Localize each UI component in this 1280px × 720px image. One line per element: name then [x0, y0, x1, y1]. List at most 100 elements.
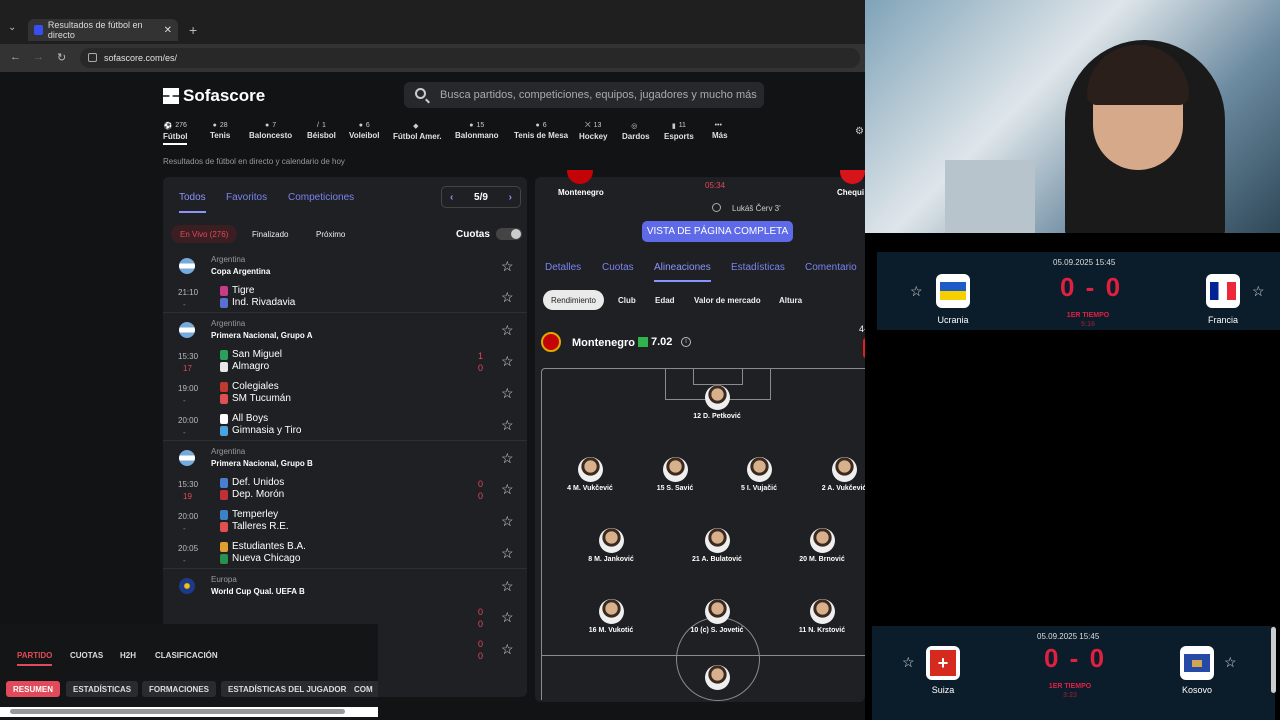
- reload-icon[interactable]: ↻: [57, 51, 66, 64]
- player-card[interactable]: 12 D. Petković: [677, 385, 757, 420]
- odds-toggle[interactable]: [496, 228, 522, 240]
- tab-detalles[interactable]: Detalles: [545, 262, 581, 273]
- player-card[interactable]: 8 M. Janković: [571, 528, 651, 563]
- forward-icon[interactable]: →: [33, 51, 44, 63]
- tab-competiciones[interactable]: Competiciones: [288, 192, 354, 203]
- home-team[interactable]: Colegiales: [220, 381, 279, 392]
- home-team-name[interactable]: Montenegro: [558, 188, 604, 197]
- chip-estadisticas-jugador[interactable]: ESTADÍSTICAS DEL JUGADOR: [221, 681, 354, 697]
- player-card[interactable]: [677, 665, 757, 690]
- favorite-star-icon[interactable]: ☆: [501, 545, 514, 562]
- away-team[interactable]: Nueva Chicago: [220, 553, 300, 564]
- full-view-button[interactable]: VISTA DE PÁGINA COMPLETA: [642, 221, 793, 242]
- sport-7[interactable]: ● 6 Tenis de Mesa: [514, 122, 568, 140]
- chip-edad[interactable]: Edad: [647, 290, 683, 310]
- new-tab-icon[interactable]: +: [189, 22, 197, 38]
- sport-2[interactable]: ● 7 Baloncesto: [249, 122, 292, 140]
- tab-comentario[interactable]: Comentario: [805, 262, 857, 273]
- vertical-scrollbar[interactable]: [1271, 627, 1276, 693]
- horizontal-scrollbar[interactable]: [0, 707, 378, 717]
- date-pager[interactable]: ‹ 5/9 ›: [441, 186, 521, 208]
- scrollbar-thumb[interactable]: [10, 709, 345, 714]
- favorite-star-icon[interactable]: ☆: [501, 609, 514, 626]
- sport-6[interactable]: ● 15 Balonmano: [455, 122, 499, 140]
- browser-tab[interactable]: Resultados de fútbol en directo ✕: [28, 19, 178, 41]
- info-icon[interactable]: i: [681, 337, 691, 347]
- league-name[interactable]: Copa Argentina: [211, 267, 270, 276]
- favorite-star-icon[interactable]: ☆: [501, 289, 514, 306]
- favorite-star-icon[interactable]: ☆: [501, 578, 514, 595]
- tab-partido[interactable]: PARTIDO: [17, 651, 53, 666]
- league-name[interactable]: Primera Nacional, Grupo A: [211, 331, 313, 340]
- favorite-star-icon[interactable]: ☆: [501, 258, 514, 275]
- prev-page-icon[interactable]: ‹: [450, 192, 453, 203]
- favorite-star-icon[interactable]: ☆: [501, 513, 514, 530]
- sport-10[interactable]: ▮ 11 Esports: [664, 122, 694, 141]
- sport-11[interactable]: ••• Más: [712, 122, 728, 140]
- tab-cuotas[interactable]: Cuotas: [602, 262, 634, 273]
- home-team[interactable]: Def. Unidos: [220, 477, 284, 488]
- home-team[interactable]: Temperley: [220, 509, 278, 520]
- favorite-star-icon[interactable]: ☆: [902, 654, 915, 671]
- league-name[interactable]: World Cup Qual. UEFA B: [211, 587, 305, 596]
- filter-live[interactable]: En Vivo (276): [171, 225, 238, 243]
- chip-formaciones[interactable]: FORMACIONES: [142, 681, 216, 697]
- tab-estadisticas[interactable]: Estadísticas: [731, 262, 785, 273]
- away-team[interactable]: Talleres R.E.: [220, 521, 289, 532]
- favorite-star-icon[interactable]: ☆: [1252, 283, 1265, 300]
- favorite-star-icon[interactable]: ☆: [1224, 654, 1237, 671]
- tab-todos[interactable]: Todos: [179, 192, 206, 213]
- settings-icon[interactable]: ⚙: [855, 126, 864, 137]
- home-team[interactable]: San Miguel: [220, 349, 282, 360]
- chip-estadisticas[interactable]: ESTADÍSTICAS: [66, 681, 139, 697]
- sport-1[interactable]: ● 28 Tenis: [210, 122, 230, 140]
- site-info-icon[interactable]: [88, 53, 97, 62]
- sport-9[interactable]: ◎ Dardos: [622, 122, 650, 141]
- home-team[interactable]: All Boys: [220, 413, 268, 424]
- sofascore-logo[interactable]: Sofascore: [163, 86, 265, 106]
- next-page-icon[interactable]: ›: [509, 192, 512, 203]
- search-input[interactable]: Busca partidos, competiciones, equipos, …: [404, 82, 764, 108]
- filter-finished[interactable]: Finalizado: [243, 225, 298, 243]
- favorite-star-icon[interactable]: ☆: [501, 385, 514, 402]
- away-team[interactable]: Ind. Rivadavia: [220, 297, 295, 308]
- close-tab-icon[interactable]: ✕: [164, 25, 172, 36]
- filter-upcoming[interactable]: Próximo: [307, 225, 355, 243]
- home-team[interactable]: Estudiantes B.A.: [220, 541, 306, 552]
- favorite-star-icon[interactable]: ☆: [910, 283, 923, 300]
- away-team[interactable]: Almagro: [220, 361, 269, 372]
- back-icon[interactable]: ←: [10, 51, 21, 63]
- favorite-star-icon[interactable]: ☆: [501, 353, 514, 370]
- player-card[interactable]: 11 N. Krstović: [782, 599, 862, 634]
- tab-alineaciones[interactable]: Alineaciones: [654, 262, 711, 282]
- chip-rendimiento[interactable]: Rendimiento: [543, 290, 604, 310]
- player-card[interactable]: 15 S. Savić: [635, 457, 715, 492]
- player-card[interactable]: 10 (c) S. Jovetić: [677, 599, 757, 634]
- chip-resumen[interactable]: RESUMEN: [6, 681, 61, 697]
- favorite-star-icon[interactable]: ☆: [501, 322, 514, 339]
- chip-valor-mercado[interactable]: Valor de mercado: [686, 290, 769, 310]
- player-card[interactable]: 16 M. Vukotić: [571, 599, 651, 634]
- sport-8[interactable]: ⨉ 13 Hockey: [579, 122, 607, 141]
- sport-0[interactable]: ⚽ 276 Fútbol: [163, 122, 188, 145]
- away-team[interactable]: Gimnasia y Tiro: [220, 425, 301, 436]
- home-team[interactable]: Tigre: [220, 285, 254, 296]
- chip-comentarios[interactable]: COM: [350, 681, 378, 697]
- away-team[interactable]: SM Tucumán: [220, 393, 291, 404]
- tab-search-icon[interactable]: ⌄: [8, 22, 16, 33]
- url-field[interactable]: sofascore.com/es/: [80, 48, 860, 68]
- chip-club[interactable]: Club: [610, 290, 644, 310]
- player-card[interactable]: 4 M. Vukčević: [550, 457, 630, 492]
- favorite-star-icon[interactable]: ☆: [501, 481, 514, 498]
- away-team[interactable]: Dep. Morón: [220, 489, 284, 500]
- sport-4[interactable]: ● 6 Voleibol: [349, 122, 380, 140]
- sport-5[interactable]: ◆ Fútbol Amer.: [393, 122, 442, 141]
- favorite-star-icon[interactable]: ☆: [501, 450, 514, 467]
- tab-h2h[interactable]: H2H: [120, 651, 136, 660]
- league-name[interactable]: Primera Nacional, Grupo B: [211, 459, 313, 468]
- favorite-star-icon[interactable]: ☆: [501, 641, 514, 658]
- player-card[interactable]: 20 M. Brnović: [782, 528, 862, 563]
- tab-clasificacion[interactable]: CLASIFICACIÓN: [155, 651, 218, 660]
- player-card[interactable]: 5 I. Vujačić: [719, 457, 799, 492]
- tab-favoritos[interactable]: Favoritos: [226, 192, 267, 203]
